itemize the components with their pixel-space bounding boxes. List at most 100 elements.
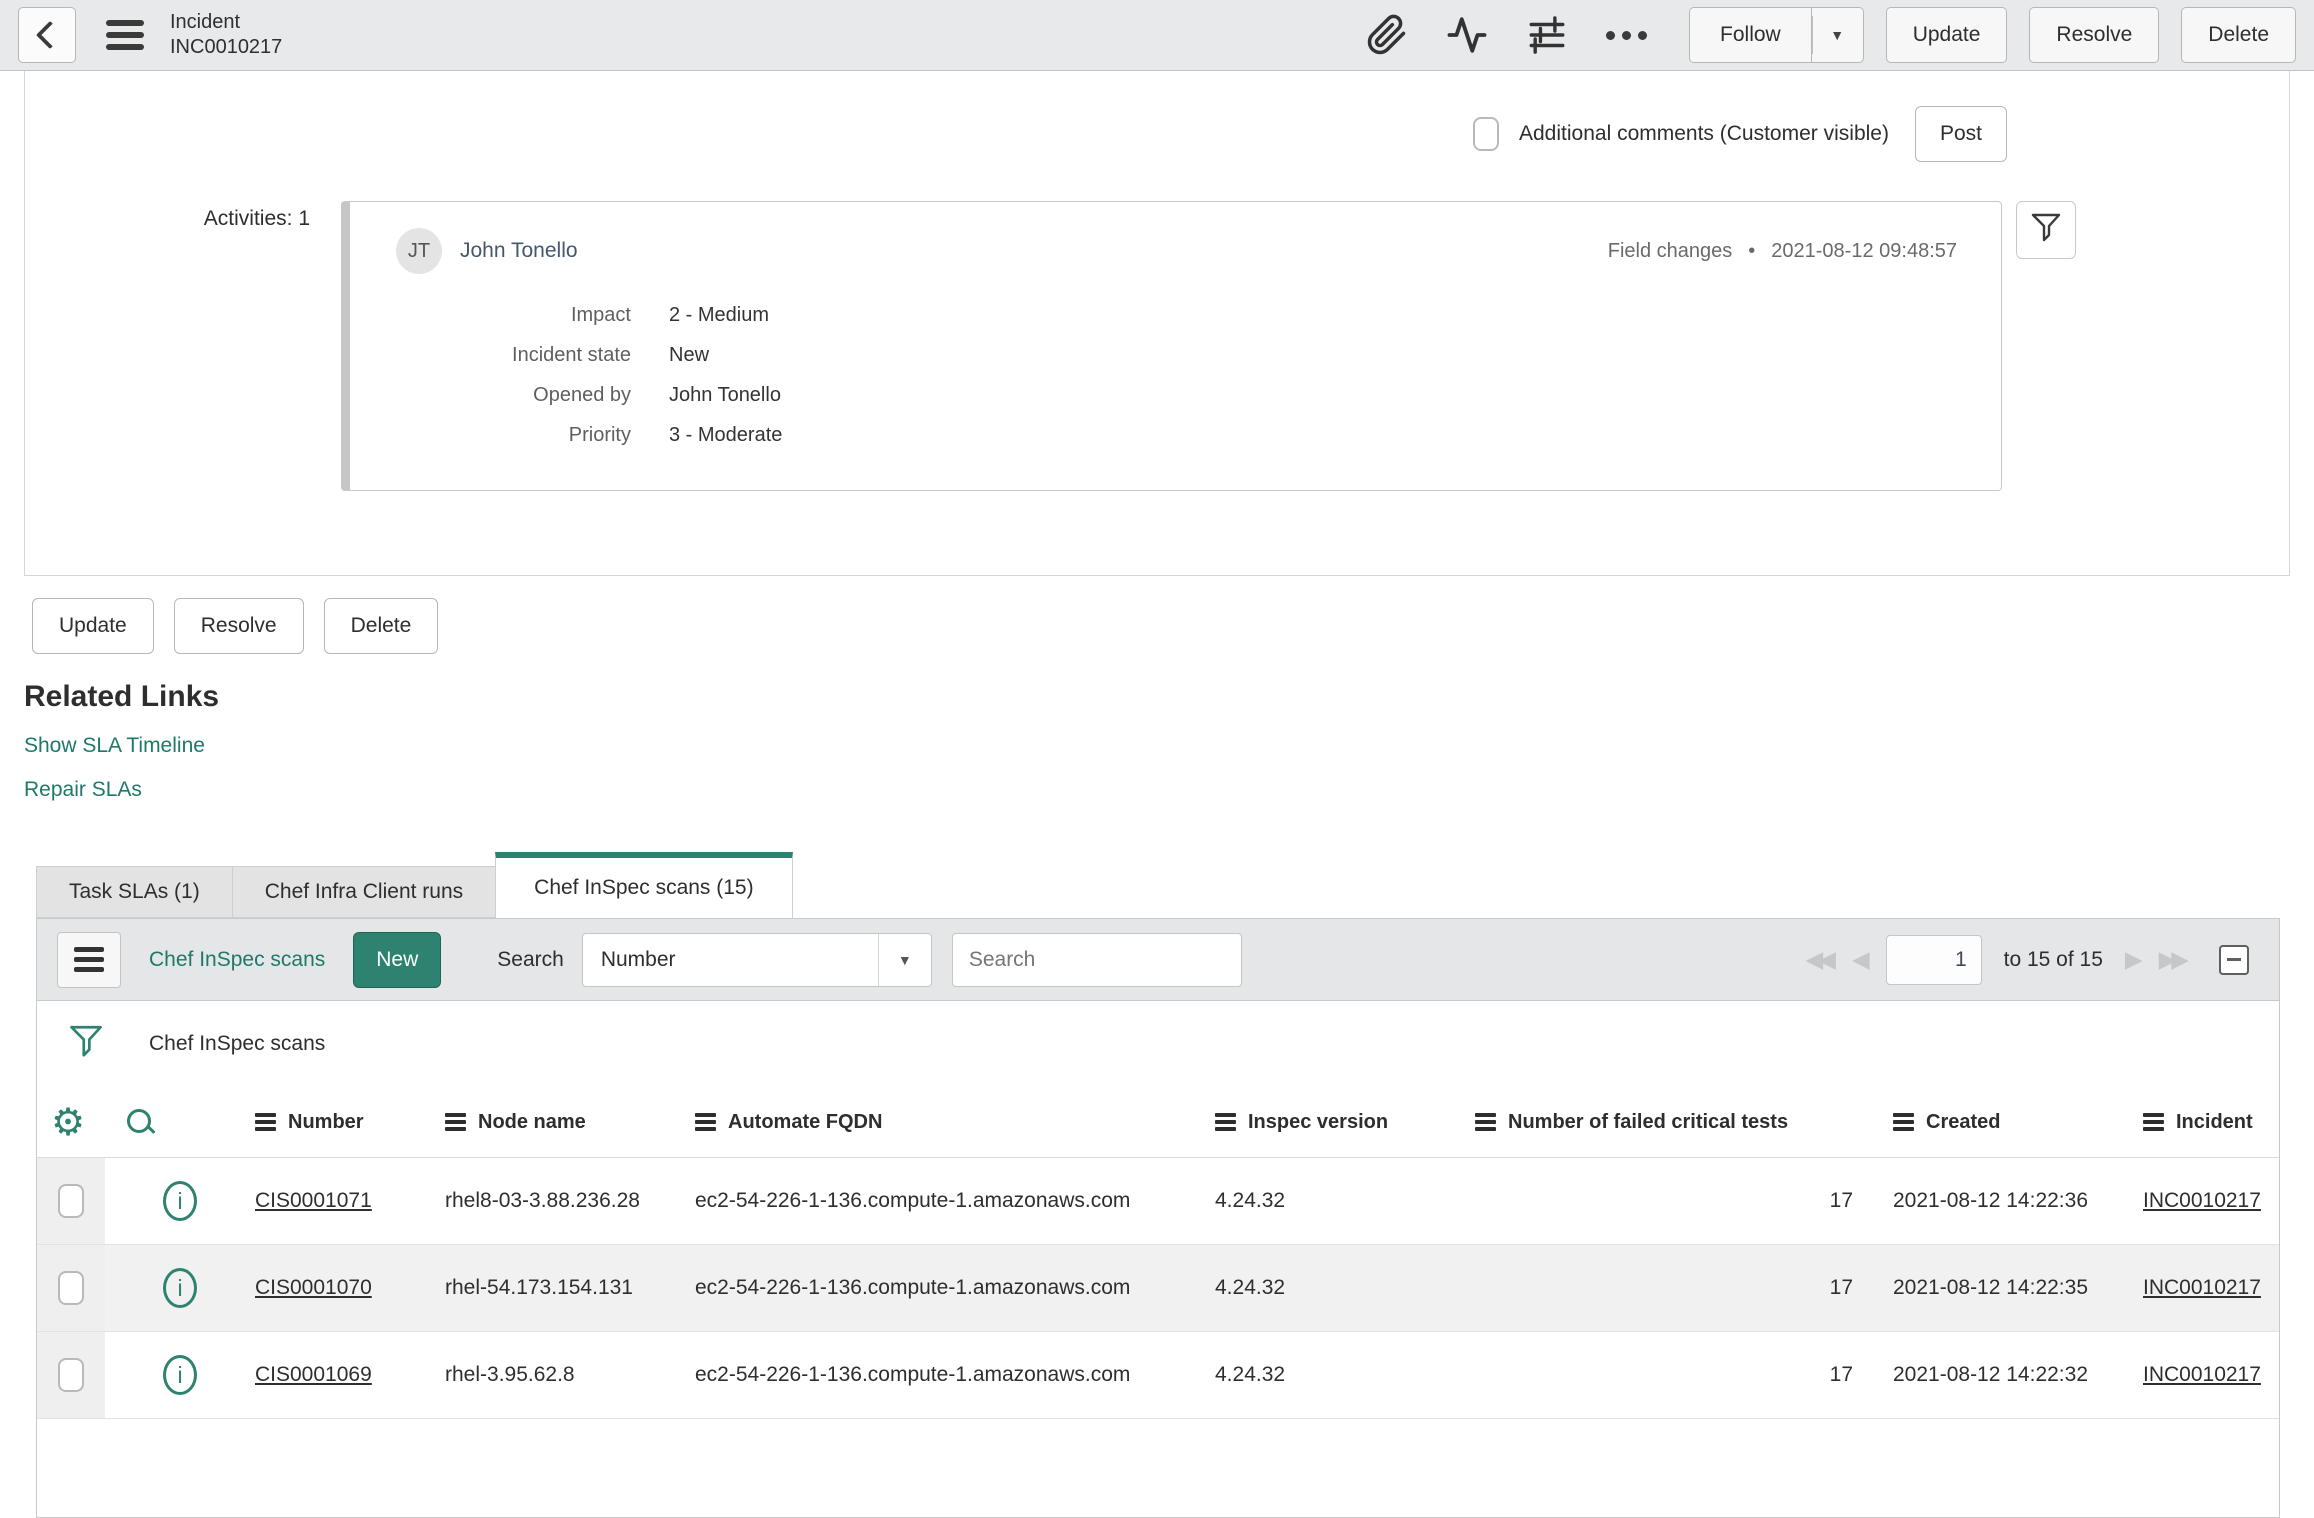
collapse-list-icon[interactable]	[2219, 944, 2249, 975]
activity-filter-button[interactable]	[2016, 201, 2076, 259]
activity-user-name: John Tonello	[460, 239, 578, 262]
chevron-down-icon: ▼	[1830, 27, 1845, 43]
field-change-row: Opened by John Tonello	[396, 384, 1957, 407]
list-breadcrumb[interactable]: Chef InSpec scans	[149, 1032, 325, 1056]
scan-number-link[interactable]: CIS0001070	[255, 1276, 372, 1299]
created-cell: 2021-08-12 14:22:32	[1893, 1363, 2088, 1386]
record-preview-icon[interactable]: i	[163, 1355, 197, 1395]
search-field-select[interactable]: Number ▼	[581, 932, 932, 987]
last-page-icon[interactable]: ▶▶	[2159, 948, 2189, 971]
chevron-left-icon	[35, 20, 65, 50]
resolve-button-header[interactable]: Resolve	[2029, 7, 2160, 63]
chevron-down-icon: ▼	[877, 933, 931, 986]
failed-critical-tests-cell: 17	[1829, 1189, 1853, 1212]
column-header-node-name[interactable]: Node name	[445, 1111, 695, 1134]
column-menu-icon	[2143, 1113, 2164, 1131]
previous-page-icon[interactable]: ◀	[1852, 948, 1870, 971]
column-header-created[interactable]: Created	[1865, 1111, 2115, 1134]
record-preview-icon[interactable]: i	[163, 1181, 197, 1221]
list-filter-row: Chef InSpec scans	[37, 1001, 2279, 1087]
form-actions: Update Resolve Delete	[32, 598, 2314, 654]
context-menu-icon[interactable]	[106, 20, 144, 50]
field-value: 3 - Moderate	[669, 424, 783, 446]
update-button[interactable]: Update	[32, 598, 154, 654]
column-header-failed-critical-tests[interactable]: Number of failed critical tests	[1475, 1111, 1865, 1134]
related-links-title: Related Links	[24, 680, 220, 713]
funnel-icon	[2031, 213, 2061, 242]
record-title: Incident INC0010217	[170, 10, 282, 60]
search-column-icon[interactable]	[127, 1109, 153, 1135]
failed-critical-tests-cell: 17	[1829, 1363, 1853, 1386]
field-label: Priority	[568, 424, 631, 446]
column-menu-icon	[445, 1113, 466, 1131]
incident-link[interactable]: INC0010217	[2143, 1276, 2261, 1299]
pagination-range: to 15 of 15	[2003, 947, 2103, 971]
repair-slas-link[interactable]: Repair SLAs	[24, 778, 142, 802]
show-sla-timeline-link[interactable]: Show SLA Timeline	[24, 734, 205, 758]
field-label: Opened by	[533, 384, 631, 406]
activity-separator: •	[1748, 239, 1756, 262]
first-page-icon[interactable]: ◀◀	[1806, 948, 1836, 971]
search-input[interactable]	[951, 932, 1242, 987]
additional-comments-row: Additional comments (Customer visible) P…	[25, 105, 2289, 163]
filter-funnel-icon[interactable]	[69, 1025, 103, 1063]
activity-section: Additional comments (Customer visible) P…	[24, 71, 2290, 576]
back-button[interactable]	[18, 7, 76, 63]
more-options-icon[interactable]	[1606, 30, 1648, 40]
row-checkbox[interactable]	[58, 1184, 84, 1218]
record-header: Incident INC0010217 Follow ▼ Update Reso…	[0, 0, 2314, 71]
field-value: New	[669, 344, 710, 366]
field-change-row: Incident state New	[396, 344, 1957, 367]
delete-button-header[interactable]: Delete	[2181, 7, 2296, 63]
inspec-version-cell: 4.24.32	[1215, 1363, 1286, 1386]
list-context-menu-icon[interactable]	[57, 931, 121, 988]
scan-number-link[interactable]: CIS0001071	[255, 1189, 372, 1212]
personalize-list-icon[interactable]: ⚙	[51, 1103, 105, 1141]
column-header-automate-fqdn[interactable]: Automate FQDN	[695, 1111, 1215, 1134]
update-button-header[interactable]: Update	[1885, 7, 2008, 63]
node-name-cell: rhel-3.95.62.8	[445, 1363, 575, 1386]
tab-chef-inspec-scans[interactable]: Chef InSpec scans (15)	[495, 852, 793, 918]
pagination: ◀◀ ◀ to 15 of 15 ▶ ▶▶	[1806, 934, 2259, 985]
follow-dropdown-button[interactable]: ▼	[1811, 7, 1864, 63]
resolve-button[interactable]: Resolve	[173, 598, 304, 654]
incident-link[interactable]: INC0010217	[2143, 1363, 2261, 1386]
list-title: Chef InSpec scans	[149, 947, 326, 971]
scan-number-link[interactable]: CIS0001069	[255, 1363, 372, 1386]
column-header-inspec-version[interactable]: Inspec version	[1215, 1111, 1475, 1134]
field-value: John Tonello	[669, 384, 781, 406]
related-links-section: Related Links Show SLA Timeline Repair S…	[24, 680, 2314, 802]
field-label: Incident state	[512, 344, 631, 366]
activity-stream-icon[interactable]	[1446, 14, 1488, 56]
automate-fqdn-cell: ec2-54-226-1-136.compute-1.amazonaws.com	[695, 1189, 1131, 1212]
activities-count-label: Activities: 1	[203, 207, 310, 230]
post-button[interactable]: Post	[1914, 106, 2007, 162]
record-preview-icon[interactable]: i	[163, 1268, 197, 1308]
field-change-row: Priority 3 - Moderate	[396, 424, 1957, 447]
column-header-number[interactable]: Number	[255, 1111, 445, 1134]
next-page-icon[interactable]: ▶	[2125, 948, 2143, 971]
row-checkbox[interactable]	[58, 1358, 84, 1392]
column-header-incident[interactable]: Incident	[2115, 1111, 2279, 1134]
new-record-button[interactable]: New	[353, 931, 442, 988]
personalize-icon[interactable]	[1526, 14, 1568, 56]
automate-fqdn-cell: ec2-54-226-1-136.compute-1.amazonaws.com	[695, 1363, 1131, 1386]
incident-link[interactable]: INC0010217	[2143, 1189, 2261, 1212]
page-number-input[interactable]	[1885, 934, 1982, 985]
activity-entry: JT John Tonello Field changes • 2021-08-…	[341, 201, 2002, 491]
tab-task-slas[interactable]: Task SLAs (1)	[36, 866, 232, 918]
tab-chef-infra-client-runs[interactable]: Chef Infra Client runs	[231, 866, 496, 918]
inspec-version-cell: 4.24.32	[1215, 1276, 1286, 1299]
follow-split-button: Follow ▼	[1689, 7, 1864, 63]
row-checkbox[interactable]	[58, 1271, 84, 1305]
customer-visible-checkbox[interactable]	[1473, 117, 1499, 151]
node-name-cell: rhel-54.173.154.131	[445, 1276, 633, 1299]
avatar: JT	[396, 228, 442, 274]
search-field-value: Number	[600, 947, 676, 971]
delete-button[interactable]: Delete	[323, 598, 439, 654]
follow-button[interactable]: Follow	[1689, 7, 1812, 63]
column-menu-icon	[695, 1113, 716, 1131]
created-cell: 2021-08-12 14:22:35	[1893, 1276, 2088, 1299]
failed-critical-tests-cell: 17	[1829, 1276, 1853, 1299]
attachment-icon[interactable]	[1366, 14, 1408, 56]
